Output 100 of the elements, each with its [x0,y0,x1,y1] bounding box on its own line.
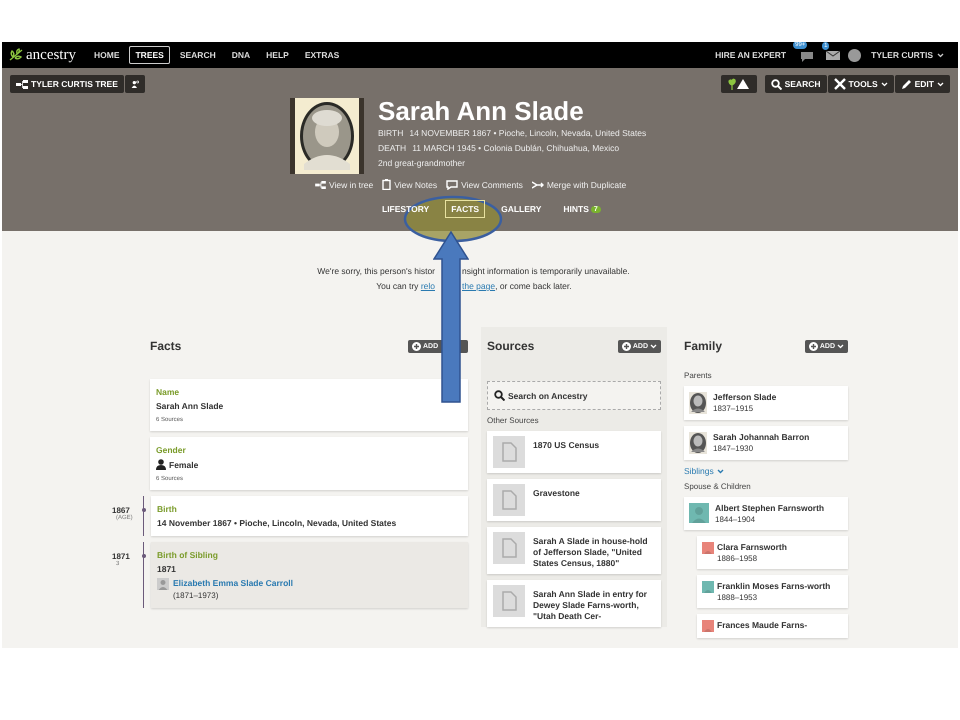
event-value: 14 NOVEMBER 1867 • Pioche, Lincoln, Nevada, United States [409,128,646,138]
caret-icon [650,344,657,348]
person-card[interactable]: Clara Farnsworth 1886–1958 [697,536,848,569]
search-button[interactable]: SEARCH [764,75,826,93]
plus-icon [622,342,631,350]
reload-link[interactable]: the page [462,279,496,294]
person-name: Franklin Moses Farns-worth [717,581,830,591]
person-link[interactable]: View in tree [315,179,374,190]
pencil-icon [900,78,912,90]
life-dates: 1886–1958 [717,554,758,563]
search-icon [770,78,782,90]
person-settings-button[interactable] [124,75,145,93]
fact-label: Birth [157,504,178,514]
person-name: Jefferson Slade [713,392,776,402]
relative-dates: (1871–1973) [173,591,220,600]
fact-card[interactable]: Birth of Sibling 1871 Elizabeth Emma Slade Carroll (1871–1973) [151,542,468,608]
person-tab[interactable]: LIFESTORY [376,200,436,218]
person-link[interactable]: View Notes [382,179,438,190]
person-link[interactable]: View Comments [446,179,523,190]
person-icon [156,459,166,470]
fact-value: 14 November 1867 • Pioche, Lincoln, Nevada, United States [157,518,396,528]
life-dates: 1847–1930 [713,444,754,453]
person-thumbnail-icon [157,578,169,590]
source-card[interactable]: Sarah Ann Slade in entry for Dewey Slade Farns-worth, "Utah Death Cer- [487,580,661,627]
person-tab[interactable]: FACTS [445,200,486,218]
section-label: Parents [684,371,713,380]
siblings-toggle[interactable]: Siblings [684,466,848,476]
tree-icon [315,180,326,188]
section-label: Other Sources [487,416,540,425]
hints-button[interactable] [720,75,757,93]
edit-button[interactable]: EDIT [894,75,950,93]
tree-button[interactable]: TYLER CURTIS TREE [10,75,124,93]
comment-icon [446,180,458,190]
source-card[interactable]: Gravestone [487,479,661,521]
person-card[interactable]: Albert Stephen Farnsworth 1844–1904 [684,497,848,530]
section-title: Family [684,339,722,353]
person-card[interactable]: Sarah Johannah Barron 1847–1930 [684,426,848,460]
fact-value: Sarah Ann Slade [156,401,224,411]
document-icon [493,484,525,516]
document-icon [493,532,525,564]
user-menu[interactable]: TYLER CURTIS [865,46,950,64]
search-icon [494,390,505,401]
relationship: 2nd great-grandmother [378,157,466,170]
source-title: 1870 US Census [533,439,600,451]
plus-icon [808,342,818,350]
fact-value: Female [169,460,198,470]
document-icon [493,436,525,468]
person-key-icon [130,78,139,90]
notice-text: , or come back later. [495,280,572,293]
relative-link[interactable]: Elizabeth Emma Slade Carroll [173,578,293,588]
person-name: Albert Stephen Farnsworth [715,503,824,513]
event-value: 11 MARCH 1945 • Colonia Dublán, Chihuahua, Mexico [412,143,620,153]
nav-link[interactable]: HOME [88,46,126,64]
notice-text: You can try [376,280,418,293]
person-name: Sarah Johannah Barron [713,432,810,442]
person-link[interactable]: Merge with Duplicate [532,179,626,190]
person-tab[interactable]: GALLERY [495,200,548,218]
notice-text: nsight information is temporarily unavailable. [462,265,630,278]
mail-icon[interactable] [825,49,842,61]
source-card[interactable]: Sarah A Slade in house-hold of Jefferson Slade, "United States Census, 1880" [487,527,661,574]
life-dates: 1837–1915 [713,404,754,413]
reload-link[interactable]: relo [420,279,435,294]
life-dates: 1888–1953 [717,593,758,602]
clipboard-icon [382,179,392,190]
nav-link[interactable]: HELP [260,46,295,64]
leaf-icon [8,48,24,62]
merge-icon [532,180,544,188]
fact-label: Name [156,387,180,397]
avatar-icon[interactable] [848,48,862,62]
notice-text: We're sorry, this person's histor [317,265,435,278]
caret-icon [937,82,944,86]
search-ancestry-button[interactable]: Search on Ancestry [487,381,661,410]
source-title: Sarah Ann Slade in entry for Dewey Slade Farns-worth, "Utah Death Cer- [533,588,648,622]
nav-link[interactable]: SEARCH [174,46,222,64]
logo-text: ancestry [26,46,76,64]
hire-link[interactable]: HIRE AN EXPERT [709,46,792,64]
source-title: Gravestone [533,487,580,499]
section-title: Sources [487,339,534,353]
source-card[interactable]: 1870 US Census [487,431,661,473]
fact-card[interactable]: Birth 14 November 1867 • Pioche, Lincoln, Nevada, United States [151,496,468,536]
section-title: Facts [150,339,182,353]
caret-icon [880,82,888,86]
section-label: Spouse & Children [684,482,752,491]
event-label: DEATH [378,143,406,153]
person-card[interactable]: Jefferson Slade 1837–1915 [684,386,848,420]
nav-link[interactable]: TREES [129,46,170,64]
person-name: Sarah Ann Slade [378,96,585,126]
event-label: BIRTH [378,128,404,138]
fact-label: Gender [156,445,187,455]
life-dates: 1844–1904 [715,515,756,524]
nav-link[interactable]: EXTRAS [298,46,346,64]
person-card[interactable]: Frances Maude Farns- [697,614,848,638]
nav-link[interactable]: DNA [226,46,256,64]
person-card[interactable]: Franklin Moses Farns-worth 1888–1953 [697,575,848,608]
fact-label: Birth of Sibling [157,550,219,560]
logo[interactable]: ancestry [8,46,76,64]
person-name: Frances Maude Farns- [717,620,808,630]
person-name: Clara Farnsworth [717,542,787,552]
tools-button[interactable]: TOOLS [828,75,894,93]
fact-value: 1871 [157,564,176,574]
